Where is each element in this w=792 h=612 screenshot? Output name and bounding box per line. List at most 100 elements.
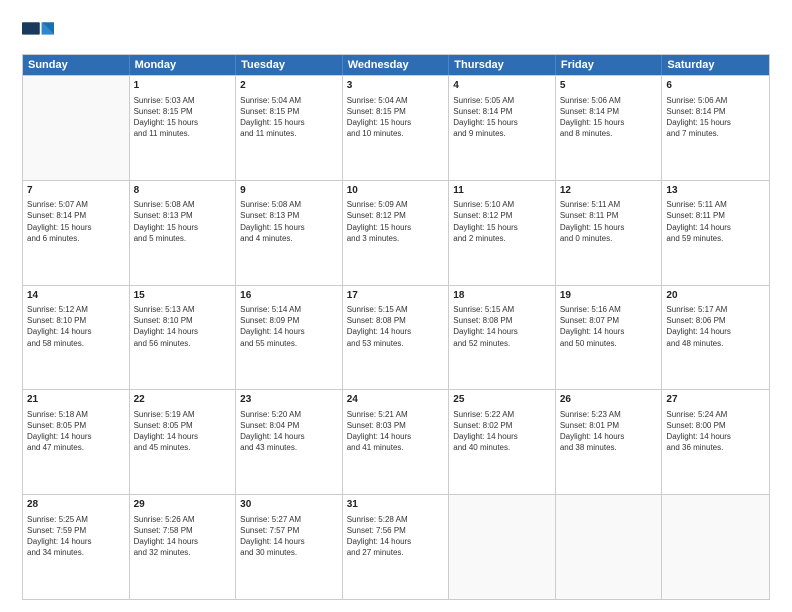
day-number: 9 [240,184,338,198]
calendar-cell: 20Sunrise: 5:17 AM Sunset: 8:06 PM Dayli… [662,286,769,390]
day-number: 25 [453,393,551,407]
logo-icon [22,18,54,46]
day-number: 12 [560,184,658,198]
day-number: 21 [27,393,125,407]
page: SundayMondayTuesdayWednesdayThursdayFrid… [0,0,792,612]
calendar-cell: 30Sunrise: 5:27 AM Sunset: 7:57 PM Dayli… [236,495,343,599]
calendar-cell [23,76,130,180]
day-info: Sunrise: 5:26 AM Sunset: 7:58 PM Dayligh… [134,514,232,559]
day-info: Sunrise: 5:11 AM Sunset: 8:11 PM Dayligh… [666,199,765,244]
day-number: 17 [347,289,445,303]
logo [22,18,58,46]
calendar-cell: 19Sunrise: 5:16 AM Sunset: 8:07 PM Dayli… [556,286,663,390]
day-info: Sunrise: 5:14 AM Sunset: 8:09 PM Dayligh… [240,304,338,349]
calendar-cell: 1 Sunrise: 5:03 AM Sunset: 8:15 PM Daylig… [130,76,237,180]
calendar-week-row: 28Sunrise: 5:25 AM Sunset: 7:59 PM Dayli… [23,494,769,599]
weekday-header: Thursday [449,55,556,75]
day-info: Sunrise: 5:08 AM Sunset: 8:13 PM Dayligh… [134,199,232,244]
calendar-cell: 2 Sunrise: 5:04 AM Sunset: 8:15 PM Daylig… [236,76,343,180]
day-info: Sunrise: 5:15 AM Sunset: 8:08 PM Dayligh… [347,304,445,349]
calendar-week-row: 7Sunrise: 5:07 AM Sunset: 8:14 PM Daylig… [23,180,769,285]
calendar-week-row: 21 Sunrise: 5:18 AM Sunset: 8:05 PM Dayli… [23,389,769,494]
calendar-week-row: 14Sunrise: 5:12 AM Sunset: 8:10 PM Dayli… [23,285,769,390]
calendar-cell: 13Sunrise: 5:11 AM Sunset: 8:11 PM Dayli… [662,181,769,285]
calendar-cell: 11Sunrise: 5:10 AM Sunset: 8:12 PM Dayli… [449,181,556,285]
calendar-cell: 21 Sunrise: 5:18 AM Sunset: 8:05 PM Dayli… [23,390,130,494]
day-info: Sunrise: 5:10 AM Sunset: 8:12 PM Dayligh… [453,199,551,244]
calendar-cell: 31 Sunrise: 5:28 AM Sunset: 7:56 PM Dayli… [343,495,450,599]
day-number: 26 [560,393,658,407]
calendar-cell: 28Sunrise: 5:25 AM Sunset: 7:59 PM Dayli… [23,495,130,599]
day-number: 3 [347,79,445,93]
day-number: 11 [453,184,551,198]
weekday-header: Sunday [23,55,130,75]
weekday-header: Saturday [662,55,769,75]
day-number: 2 [240,79,338,93]
day-info: Sunrise: 5:22 AM Sunset: 8:02 PM Dayligh… [453,409,551,454]
day-number: 5 [560,79,658,93]
day-info: Sunrise: 5:20 AM Sunset: 8:04 PM Dayligh… [240,409,338,454]
day-info: Sunrise: 5:03 AM Sunset: 8:15 PM Dayligh… [134,95,232,140]
day-info: Sunrise: 5:05 AM Sunset: 8:14 PM Dayligh… [453,95,551,140]
day-number: 13 [666,184,765,198]
calendar-cell: 8Sunrise: 5:08 AM Sunset: 8:13 PM Daylig… [130,181,237,285]
day-info: Sunrise: 5:15 AM Sunset: 8:08 PM Dayligh… [453,304,551,349]
day-number: 4 [453,79,551,93]
day-number: 1 [134,79,232,93]
calendar-cell: 24 Sunrise: 5:21 AM Sunset: 8:03 PM Dayli… [343,390,450,494]
day-number: 28 [27,498,125,512]
day-number: 18 [453,289,551,303]
day-info: Sunrise: 5:04 AM Sunset: 8:15 PM Dayligh… [240,95,338,140]
day-info: Sunrise: 5:28 AM Sunset: 7:56 PM Dayligh… [347,514,445,559]
calendar-cell: 9Sunrise: 5:08 AM Sunset: 8:13 PM Daylig… [236,181,343,285]
header [22,18,770,46]
calendar-cell: 10Sunrise: 5:09 AM Sunset: 8:12 PM Dayli… [343,181,450,285]
day-info: Sunrise: 5:07 AM Sunset: 8:14 PM Dayligh… [27,199,125,244]
calendar-cell: 5 Sunrise: 5:06 AM Sunset: 8:14 PM Daylig… [556,76,663,180]
day-info: Sunrise: 5:08 AM Sunset: 8:13 PM Dayligh… [240,199,338,244]
calendar-cell: 22Sunrise: 5:19 AM Sunset: 8:05 PM Dayli… [130,390,237,494]
day-number: 23 [240,393,338,407]
day-number: 24 [347,393,445,407]
calendar-cell: 7Sunrise: 5:07 AM Sunset: 8:14 PM Daylig… [23,181,130,285]
day-info: Sunrise: 5:09 AM Sunset: 8:12 PM Dayligh… [347,199,445,244]
calendar-cell: 12Sunrise: 5:11 AM Sunset: 8:11 PM Dayli… [556,181,663,285]
day-number: 14 [27,289,125,303]
day-number: 8 [134,184,232,198]
day-number: 31 [347,498,445,512]
day-info: Sunrise: 5:21 AM Sunset: 8:03 PM Dayligh… [347,409,445,454]
day-info: Sunrise: 5:06 AM Sunset: 8:14 PM Dayligh… [560,95,658,140]
day-info: Sunrise: 5:06 AM Sunset: 8:14 PM Dayligh… [666,95,765,140]
day-info: Sunrise: 5:13 AM Sunset: 8:10 PM Dayligh… [134,304,232,349]
calendar-cell [556,495,663,599]
day-number: 22 [134,393,232,407]
calendar-cell [662,495,769,599]
calendar-cell: 4 Sunrise: 5:05 AM Sunset: 8:14 PM Daylig… [449,76,556,180]
weekday-header: Tuesday [236,55,343,75]
calendar-header: SundayMondayTuesdayWednesdayThursdayFrid… [23,55,769,75]
day-number: 27 [666,393,765,407]
calendar-cell: 3 Sunrise: 5:04 AM Sunset: 8:15 PM Daylig… [343,76,450,180]
day-number: 16 [240,289,338,303]
day-number: 29 [134,498,232,512]
calendar-cell: 6Sunrise: 5:06 AM Sunset: 8:14 PM Daylig… [662,76,769,180]
day-info: Sunrise: 5:18 AM Sunset: 8:05 PM Dayligh… [27,409,125,454]
day-number: 10 [347,184,445,198]
day-number: 20 [666,289,765,303]
day-info: Sunrise: 5:04 AM Sunset: 8:15 PM Dayligh… [347,95,445,140]
day-info: Sunrise: 5:16 AM Sunset: 8:07 PM Dayligh… [560,304,658,349]
day-info: Sunrise: 5:11 AM Sunset: 8:11 PM Dayligh… [560,199,658,244]
calendar-cell: 14Sunrise: 5:12 AM Sunset: 8:10 PM Dayli… [23,286,130,390]
weekday-header: Wednesday [343,55,450,75]
day-info: Sunrise: 5:23 AM Sunset: 8:01 PM Dayligh… [560,409,658,454]
day-number: 19 [560,289,658,303]
calendar: SundayMondayTuesdayWednesdayThursdayFrid… [22,54,770,600]
day-info: Sunrise: 5:24 AM Sunset: 8:00 PM Dayligh… [666,409,765,454]
weekday-header: Monday [130,55,237,75]
calendar-cell [449,495,556,599]
day-number: 30 [240,498,338,512]
calendar-cell: 17Sunrise: 5:15 AM Sunset: 8:08 PM Dayli… [343,286,450,390]
weekday-header: Friday [556,55,663,75]
day-info: Sunrise: 5:17 AM Sunset: 8:06 PM Dayligh… [666,304,765,349]
calendar-cell: 16Sunrise: 5:14 AM Sunset: 8:09 PM Dayli… [236,286,343,390]
